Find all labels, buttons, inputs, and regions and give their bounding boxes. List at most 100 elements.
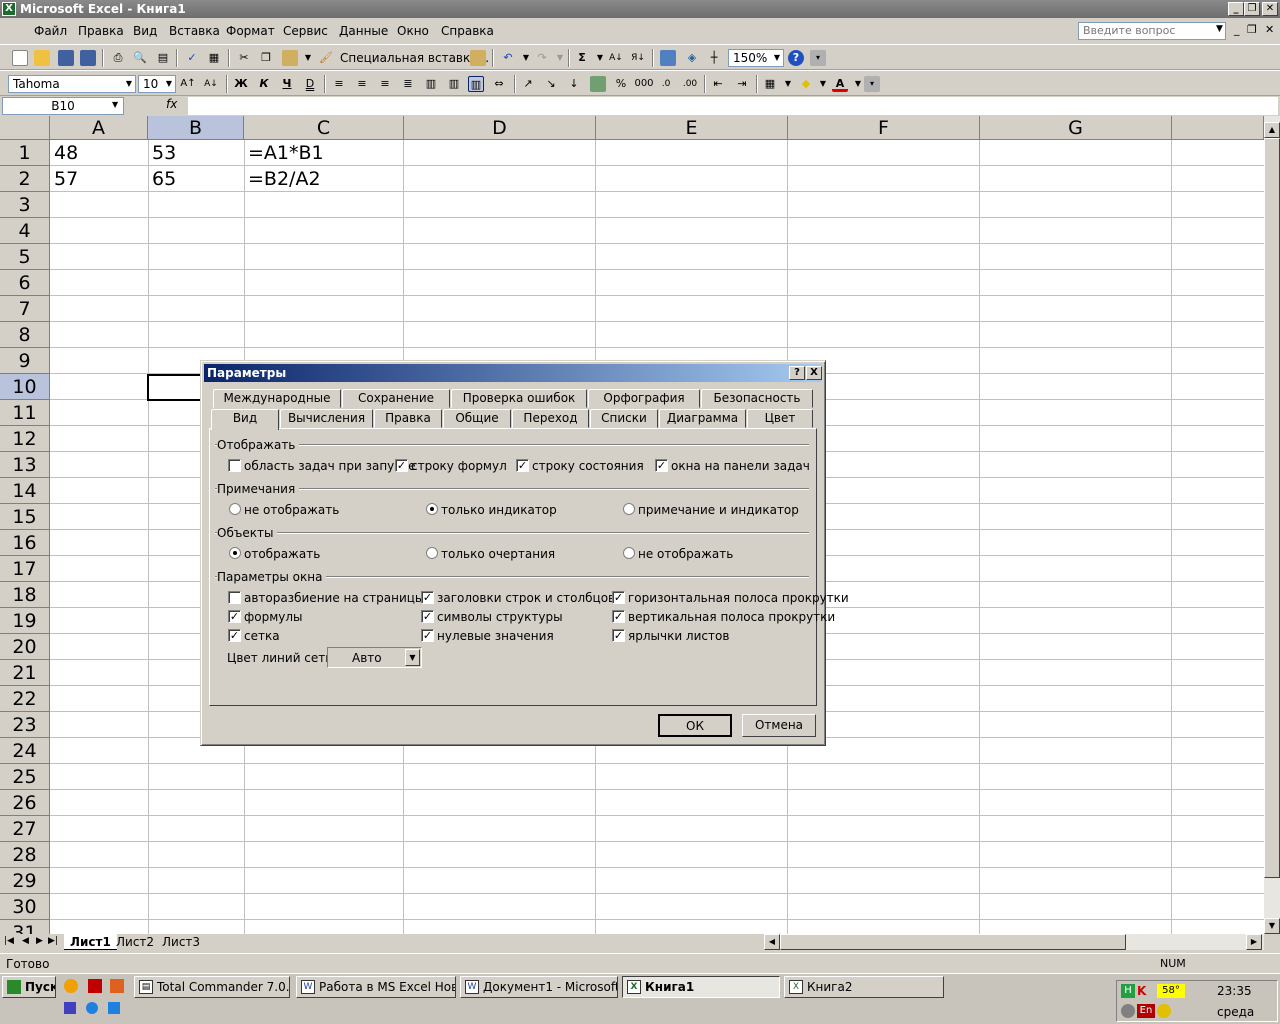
row-header-27[interactable]: 27 — [0, 816, 50, 842]
radio-comments-indicator[interactable] — [426, 503, 438, 515]
opt-outline-symbols[interactable]: символы структуры — [437, 610, 563, 624]
tab-edit[interactable]: Правка — [374, 409, 442, 428]
scroll-up-icon[interactable]: ▲ — [1264, 122, 1280, 138]
opt-task-pane-startup[interactable]: область задач при запуске — [244, 459, 416, 473]
scroll-down-icon[interactable]: ▼ — [1264, 918, 1280, 934]
dialog-close-button[interactable]: X — [806, 366, 822, 380]
increase-indent-icon[interactable]: ⇥ — [734, 76, 750, 92]
paste-values-icon[interactable] — [470, 50, 486, 66]
align-right-icon[interactable]: ≡ — [377, 76, 393, 92]
tab-error-checking[interactable]: Проверка ошибок — [451, 389, 587, 408]
tray-volume-icon[interactable] — [1121, 1004, 1135, 1018]
row-header-26[interactable]: 26 — [0, 790, 50, 816]
opt-comments-indicator[interactable]: только индикатор — [441, 503, 557, 517]
permission-icon[interactable] — [80, 50, 96, 66]
restore-button[interactable]: ❐ — [1244, 2, 1260, 16]
close-button[interactable]: ✕ — [1262, 2, 1278, 16]
menu-insert[interactable]: Вставка — [169, 24, 220, 38]
start-button[interactable]: Пуск — [2, 976, 56, 998]
undo-icon[interactable]: ↶ — [500, 50, 516, 66]
vertical-scrollbar[interactable]: ▲ ▼ — [1264, 116, 1280, 934]
print-icon[interactable]: ⎙ — [110, 50, 126, 66]
menu-edit[interactable]: Правка — [78, 24, 124, 38]
task-word-document1[interactable]: W Документ1 - Microsoft... — [460, 976, 618, 998]
gridline-color-dropdown-icon[interactable]: ▼ — [405, 649, 420, 666]
tab-security[interactable]: Безопасность — [701, 389, 813, 408]
menu-format[interactable]: Формат — [226, 24, 275, 38]
horizontal-scroll-thumb[interactable] — [780, 934, 1126, 950]
cut-icon[interactable]: ✂ — [236, 50, 252, 66]
row-header-13[interactable]: 13 — [0, 452, 50, 478]
shrink-font-icon[interactable]: A↓ — [203, 76, 219, 92]
quicklaunch-icon[interactable] — [86, 1002, 98, 1014]
minimize-button[interactable]: _ — [1228, 2, 1244, 16]
insert-function-button[interactable]: fx — [166, 97, 177, 111]
row-header-6[interactable]: 6 — [0, 270, 50, 296]
chk-formula-bar[interactable]: ✓ — [395, 459, 408, 472]
chk-task-pane-startup[interactable] — [228, 459, 241, 472]
column-header-h[interactable] — [1172, 116, 1264, 140]
row-header-2[interactable]: 2 — [0, 166, 50, 192]
scroll-left-icon[interactable]: ◀ — [764, 934, 780, 950]
borders-dropdown-icon[interactable]: ▼ — [780, 76, 796, 92]
row-header-8[interactable]: 8 — [0, 322, 50, 348]
language-indicator[interactable]: En — [1137, 1004, 1155, 1018]
font-color-icon[interactable]: A — [832, 76, 848, 92]
opt-comments-none[interactable]: не отображать — [244, 503, 339, 517]
last-sheet-icon[interactable]: ▶| — [48, 936, 58, 946]
sheet-tab-1[interactable]: Лист1 — [64, 934, 117, 950]
tab-international[interactable]: Международные — [213, 389, 341, 408]
radio-objects-placeholders[interactable] — [426, 547, 438, 559]
spelling-icon[interactable]: ✓ — [184, 50, 200, 66]
row-header-17[interactable]: 17 — [0, 556, 50, 582]
task-kniga2[interactable]: X Книга2 — [784, 976, 944, 998]
cell-b1[interactable]: 53 — [148, 140, 176, 166]
currency-icon[interactable] — [590, 76, 606, 92]
opt-comments-both[interactable]: примечание и индикатор — [638, 503, 799, 517]
row-header-1[interactable]: 1 — [0, 140, 50, 166]
row-header-18[interactable]: 18 — [0, 582, 50, 608]
row-header-28[interactable]: 28 — [0, 842, 50, 868]
tray-h-icon[interactable]: H — [1121, 984, 1135, 998]
chk-horizontal-scrollbar[interactable]: ✓ — [612, 591, 625, 604]
font-dropdown-icon[interactable]: ▼ — [123, 76, 135, 92]
split-icon[interactable]: ┼ — [706, 50, 722, 66]
gridline-color-select[interactable]: Авто ▼ — [327, 647, 422, 668]
row-header-29[interactable]: 29 — [0, 868, 50, 894]
save-icon[interactable] — [58, 50, 74, 66]
row-header-16[interactable]: 16 — [0, 530, 50, 556]
sheet-tab-2[interactable]: Лист2 — [110, 934, 160, 950]
dialog-help-button[interactable]: ? — [789, 366, 805, 380]
decrease-indent-icon[interactable]: ⇤ — [710, 76, 726, 92]
chk-row-col-headers[interactable]: ✓ — [421, 591, 434, 604]
row-header-19[interactable]: 19 — [0, 608, 50, 634]
wrap-text-icon[interactable]: ▥ — [468, 76, 484, 92]
zoom-select[interactable]: 150% ▼ — [728, 49, 784, 67]
opt-objects-hide[interactable]: не отображать — [638, 547, 733, 561]
row-header-4[interactable]: 4 — [0, 218, 50, 244]
name-box[interactable]: B10 — [2, 97, 124, 115]
new-icon[interactable] — [12, 50, 28, 66]
formula-input[interactable] — [188, 97, 1278, 115]
toolbar-options-icon[interactable]: ▾ — [864, 76, 880, 92]
opt-row-col-headers[interactable]: заголовки строк и столбцов — [437, 591, 615, 605]
row-header-30[interactable]: 30 — [0, 894, 50, 920]
tray-disc-icon[interactable] — [1157, 1004, 1171, 1018]
clock-time[interactable]: 23:35 — [1217, 984, 1252, 998]
rotate-text-down-icon[interactable]: ↘ — [543, 76, 559, 92]
paste-special-button[interactable]: Специальная вставка... — [340, 51, 489, 65]
radio-objects-hide[interactable] — [623, 547, 635, 559]
prev-sheet-icon[interactable]: ◀ — [22, 936, 29, 946]
autosum-dropdown-icon[interactable]: ▼ — [592, 50, 608, 66]
quicklaunch-icon[interactable] — [110, 979, 124, 993]
column-header-e[interactable]: E — [596, 116, 788, 140]
first-sheet-icon[interactable]: |◀ — [4, 936, 14, 946]
vertical-scroll-thumb[interactable] — [1264, 138, 1280, 878]
clock-day[interactable]: среда — [1217, 1005, 1254, 1019]
row-header-25[interactable]: 25 — [0, 764, 50, 790]
zoom-dropdown-icon[interactable]: ▼ — [771, 50, 783, 66]
paste-icon[interactable] — [282, 50, 298, 66]
menu-window[interactable]: Окно — [397, 24, 429, 38]
drawing-icon[interactable]: ◈ — [684, 50, 700, 66]
row-header-11[interactable]: 11 — [0, 400, 50, 426]
